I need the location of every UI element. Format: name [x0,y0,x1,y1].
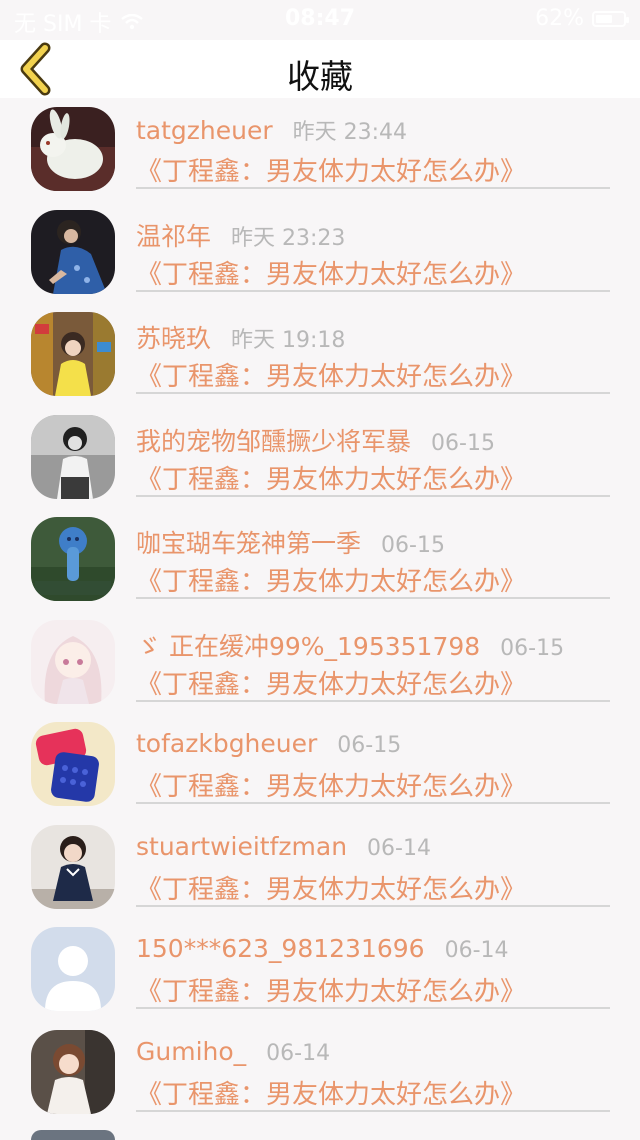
timestamp: 昨天 19:18 [231,328,346,353]
girl-store-image [31,312,115,396]
story-title[interactable]: 《丁程鑫：男友体力太好怎么办》 [136,869,526,906]
favorite-row[interactable]: tatgzheuer 昨天 23:44 《丁程鑫：男友体力太好怎么办》 [0,98,640,201]
anime-girl-image [31,619,115,704]
user-name[interactable]: tofazkbgheuer [136,729,317,758]
name-line: 苏晓玖 昨天 19:18 [136,319,345,355]
user-name[interactable]: tatgzheuer [136,116,273,145]
divider [136,904,610,907]
favorite-row[interactable]: 温祁年 昨天 23:23 《丁程鑫：男友体力太好怎么办》 [0,201,640,304]
avatar[interactable] [31,927,115,1011]
name-line: Gumiho_ 06-14 [136,1037,330,1066]
avatar[interactable] [31,312,115,396]
default-avatar-image [31,927,115,1011]
girl-blue-dress-image [31,209,115,294]
user-name[interactable]: 我的宠物邹醺撅少将军暴 [136,427,411,456]
user-name[interactable]: ゞ 正在缓冲99%_195351798 [136,632,480,661]
girl-portrait-image [31,1029,115,1114]
story-title[interactable]: 《丁程鑫：男友体力太好怎么办》 [136,1074,526,1111]
timestamp: 06-15 [381,533,445,558]
timestamp: 06-15 [337,733,402,758]
timestamp: 06-15 [431,430,495,456]
story-title[interactable]: 《丁程鑫：男友体力太好怎么办》 [136,971,526,1008]
divider [136,187,610,189]
avatar[interactable] [31,1130,115,1140]
name-line: 150***623_981231696 06-14 [136,934,509,963]
name-line: tatgzheuer 昨天 23:44 [136,114,407,146]
boy-bw-image [31,414,115,499]
timestamp: 昨天 23:23 [231,225,346,251]
timestamp: 06-14 [444,938,509,963]
divider [136,597,610,599]
favorite-row[interactable]: 咖宝瑚车笼神第一季 06-15 《丁程鑫：男友体力太好怎么办》 [0,508,640,611]
story-title[interactable]: 《丁程鑫：男友体力太好怎么办》 [136,664,526,701]
divider [136,1007,610,1009]
user-name[interactable]: 咖宝瑚车笼神第一季 [136,529,361,558]
favorite-row[interactable]: 我的宠物邹醺撅少将军暴 06-15 《丁程鑫：男友体力太好怎么办》 [0,406,640,509]
battery-percent: 62% [535,6,584,31]
divider [136,392,610,394]
status-bar: 无 SIM 卡 08:47 62% [0,0,640,40]
favorite-row[interactable]: ゞ 正在缓冲99%_195351798 06-15 《丁程鑫：男友体力太好怎么办》 [0,611,640,714]
user-name[interactable]: 150***623_981231696 [136,934,425,963]
name-line: 温祁年 昨天 23:23 [136,217,345,253]
divider [136,802,610,804]
battery-icon [592,10,629,27]
favorite-row[interactable]: Gumiho_ 06-14 《丁程鑫：男友体力太好怎么办》 [0,1021,640,1124]
blue-mushroom-image [31,517,115,601]
timestamp: 06-15 [500,635,565,661]
name-line: 我的宠物邹醺撅少将军暴 06-15 [136,422,495,458]
name-line: stuartwieitfzman 06-14 [136,832,431,861]
name-line: ゞ 正在缓冲99%_195351798 06-15 [136,627,564,663]
avatar[interactable] [31,414,115,499]
toddler-image [31,824,115,909]
favorite-row[interactable]: tofazkbgheuer 06-15 《丁程鑫：男友体力太好怎么办》 [0,713,640,816]
divider [136,699,610,702]
story-title[interactable]: 《丁程鑫：男友体力太好怎么办》 [136,356,526,393]
name-line: tofazkbgheuer 06-15 [136,729,401,758]
phone-cases-image [31,722,115,806]
avatar[interactable] [31,1029,115,1114]
name-line: 咖宝瑚车笼神第一季 06-15 [136,524,445,560]
user-name[interactable]: 苏晓玖 [136,324,211,353]
avatar[interactable] [31,107,115,191]
avatar[interactable] [31,824,115,909]
timestamp: 昨天 23:44 [292,120,408,145]
favorite-row[interactable]: 150***623_981231696 06-14 《丁程鑫：男友体力太好怎么办》 [0,918,640,1021]
user-name[interactable]: 温祁年 [136,222,211,251]
timestamp: 06-14 [266,1040,331,1066]
favorite-row[interactable]: 苏晓玖 昨天 19:18 《丁程鑫：男友体力太好怎么办》 [0,303,640,406]
story-title[interactable]: 《丁程鑫：男友体力太好怎么办》 [136,459,526,496]
battery-fill [596,14,612,23]
avatar[interactable] [31,619,115,704]
story-title[interactable]: 《丁程鑫：男友体力太好怎么办》 [136,151,526,188]
avatar[interactable] [31,517,115,601]
divider [136,1109,610,1112]
favorite-row[interactable]: stuartwieitfzman 06-14 《丁程鑫：男友体力太好怎么办》 [0,816,640,919]
divider [136,494,610,497]
divider [136,289,610,292]
user-name[interactable]: Gumiho_ [136,1037,246,1066]
story-title[interactable]: 《丁程鑫：男友体力太好怎么办》 [136,254,526,291]
story-title[interactable]: 《丁程鑫：男友体力太好怎么办》 [136,766,526,803]
status-right: 62% [535,6,629,31]
favorites-list: tatgzheuer 昨天 23:44 《丁程鑫：男友体力太好怎么办》 温祁年 昨天… [0,98,640,1123]
timestamp: 06-14 [367,835,431,861]
page-title: 收藏 [287,57,353,96]
rabbit-avatar-image [31,107,115,191]
story-title[interactable]: 《丁程鑫：男友体力太好怎么办》 [136,561,526,598]
user-name[interactable]: stuartwieitfzman [136,832,347,861]
avatar[interactable] [31,722,115,806]
avatar[interactable] [31,209,115,294]
nav-bar: 收藏 [0,40,640,98]
